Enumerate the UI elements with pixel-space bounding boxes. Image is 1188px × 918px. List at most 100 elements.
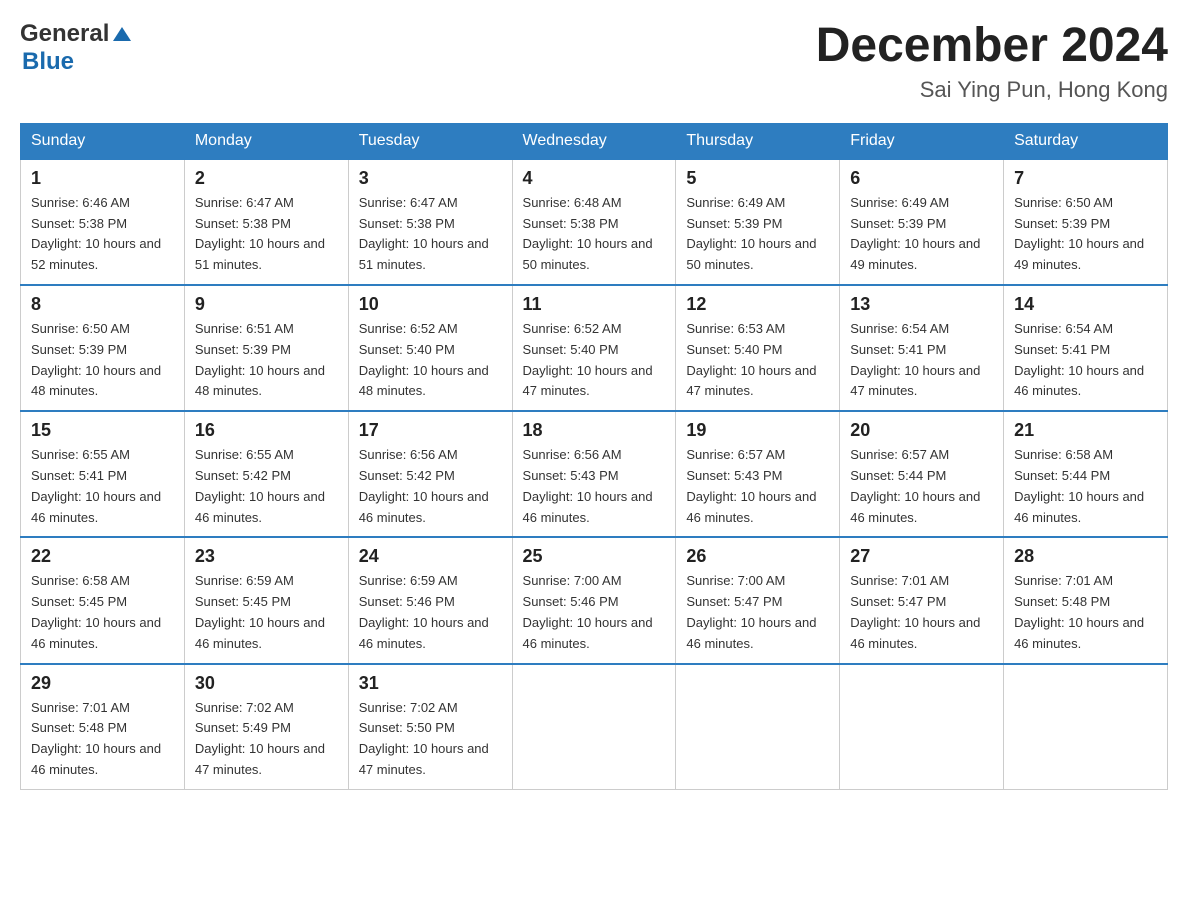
- day-number: 9: [195, 294, 338, 315]
- day-info: Sunrise: 6:59 AM Sunset: 5:46 PM Dayligh…: [359, 571, 502, 654]
- day-info: Sunrise: 7:01 AM Sunset: 5:48 PM Dayligh…: [1014, 571, 1157, 654]
- header-monday: Monday: [184, 123, 348, 159]
- day-number: 17: [359, 420, 502, 441]
- calendar-cell: 8 Sunrise: 6:50 AM Sunset: 5:39 PM Dayli…: [21, 285, 185, 411]
- calendar-table: SundayMondayTuesdayWednesdayThursdayFrid…: [20, 123, 1168, 790]
- day-number: 21: [1014, 420, 1157, 441]
- day-number: 11: [523, 294, 666, 315]
- day-number: 10: [359, 294, 502, 315]
- header-friday: Friday: [840, 123, 1004, 159]
- calendar-cell: 3 Sunrise: 6:47 AM Sunset: 5:38 PM Dayli…: [348, 159, 512, 285]
- month-title: December 2024: [816, 20, 1168, 73]
- calendar-cell: 24 Sunrise: 6:59 AM Sunset: 5:46 PM Dayl…: [348, 537, 512, 663]
- day-number: 25: [523, 546, 666, 567]
- day-number: 23: [195, 546, 338, 567]
- header-sunday: Sunday: [21, 123, 185, 159]
- calendar-cell: 31 Sunrise: 7:02 AM Sunset: 5:50 PM Dayl…: [348, 664, 512, 790]
- day-info: Sunrise: 7:00 AM Sunset: 5:47 PM Dayligh…: [686, 571, 829, 654]
- day-info: Sunrise: 6:55 AM Sunset: 5:41 PM Dayligh…: [31, 445, 174, 528]
- day-info: Sunrise: 6:52 AM Sunset: 5:40 PM Dayligh…: [359, 319, 502, 402]
- calendar-cell: 12 Sunrise: 6:53 AM Sunset: 5:40 PM Dayl…: [676, 285, 840, 411]
- day-number: 30: [195, 673, 338, 694]
- calendar-cell: 29 Sunrise: 7:01 AM Sunset: 5:48 PM Dayl…: [21, 664, 185, 790]
- calendar-cell: 2 Sunrise: 6:47 AM Sunset: 5:38 PM Dayli…: [184, 159, 348, 285]
- logo-general-text: General: [20, 20, 109, 48]
- calendar-cell: 21 Sunrise: 6:58 AM Sunset: 5:44 PM Dayl…: [1004, 411, 1168, 537]
- calendar-cell: 1 Sunrise: 6:46 AM Sunset: 5:38 PM Dayli…: [21, 159, 185, 285]
- day-info: Sunrise: 6:52 AM Sunset: 5:40 PM Dayligh…: [523, 319, 666, 402]
- calendar-cell: 19 Sunrise: 6:57 AM Sunset: 5:43 PM Dayl…: [676, 411, 840, 537]
- day-info: Sunrise: 6:48 AM Sunset: 5:38 PM Dayligh…: [523, 193, 666, 276]
- calendar-cell: 4 Sunrise: 6:48 AM Sunset: 5:38 PM Dayli…: [512, 159, 676, 285]
- day-number: 1: [31, 168, 174, 189]
- day-info: Sunrise: 6:57 AM Sunset: 5:44 PM Dayligh…: [850, 445, 993, 528]
- day-info: Sunrise: 6:55 AM Sunset: 5:42 PM Dayligh…: [195, 445, 338, 528]
- day-info: Sunrise: 6:51 AM Sunset: 5:39 PM Dayligh…: [195, 319, 338, 402]
- day-info: Sunrise: 6:49 AM Sunset: 5:39 PM Dayligh…: [686, 193, 829, 276]
- day-number: 14: [1014, 294, 1157, 315]
- day-info: Sunrise: 6:59 AM Sunset: 5:45 PM Dayligh…: [195, 571, 338, 654]
- calendar-cell: 16 Sunrise: 6:55 AM Sunset: 5:42 PM Dayl…: [184, 411, 348, 537]
- day-number: 5: [686, 168, 829, 189]
- calendar-cell: 22 Sunrise: 6:58 AM Sunset: 5:45 PM Dayl…: [21, 537, 185, 663]
- page-header: General Blue December 2024 Sai Ying Pun,…: [20, 20, 1168, 103]
- header-thursday: Thursday: [676, 123, 840, 159]
- calendar-cell: 7 Sunrise: 6:50 AM Sunset: 5:39 PM Dayli…: [1004, 159, 1168, 285]
- calendar-cell: 26 Sunrise: 7:00 AM Sunset: 5:47 PM Dayl…: [676, 537, 840, 663]
- day-number: 8: [31, 294, 174, 315]
- calendar-cell: 18 Sunrise: 6:56 AM Sunset: 5:43 PM Dayl…: [512, 411, 676, 537]
- calendar-header-row: SundayMondayTuesdayWednesdayThursdayFrid…: [21, 123, 1168, 159]
- day-number: 18: [523, 420, 666, 441]
- day-number: 3: [359, 168, 502, 189]
- calendar-cell: [1004, 664, 1168, 790]
- day-number: 22: [31, 546, 174, 567]
- calendar-cell: 9 Sunrise: 6:51 AM Sunset: 5:39 PM Dayli…: [184, 285, 348, 411]
- calendar-cell: 5 Sunrise: 6:49 AM Sunset: 5:39 PM Dayli…: [676, 159, 840, 285]
- day-info: Sunrise: 7:02 AM Sunset: 5:50 PM Dayligh…: [359, 698, 502, 781]
- calendar-cell: 25 Sunrise: 7:00 AM Sunset: 5:46 PM Dayl…: [512, 537, 676, 663]
- day-info: Sunrise: 7:00 AM Sunset: 5:46 PM Dayligh…: [523, 571, 666, 654]
- day-number: 15: [31, 420, 174, 441]
- calendar-week-5: 29 Sunrise: 7:01 AM Sunset: 5:48 PM Dayl…: [21, 664, 1168, 790]
- day-number: 2: [195, 168, 338, 189]
- calendar-cell: 11 Sunrise: 6:52 AM Sunset: 5:40 PM Dayl…: [512, 285, 676, 411]
- day-number: 16: [195, 420, 338, 441]
- day-number: 20: [850, 420, 993, 441]
- day-info: Sunrise: 6:47 AM Sunset: 5:38 PM Dayligh…: [359, 193, 502, 276]
- calendar-cell: 23 Sunrise: 6:59 AM Sunset: 5:45 PM Dayl…: [184, 537, 348, 663]
- calendar-cell: 15 Sunrise: 6:55 AM Sunset: 5:41 PM Dayl…: [21, 411, 185, 537]
- day-number: 7: [1014, 168, 1157, 189]
- day-number: 12: [686, 294, 829, 315]
- day-info: Sunrise: 6:47 AM Sunset: 5:38 PM Dayligh…: [195, 193, 338, 276]
- day-info: Sunrise: 6:49 AM Sunset: 5:39 PM Dayligh…: [850, 193, 993, 276]
- day-info: Sunrise: 6:58 AM Sunset: 5:45 PM Dayligh…: [31, 571, 174, 654]
- day-info: Sunrise: 6:56 AM Sunset: 5:43 PM Dayligh…: [523, 445, 666, 528]
- day-number: 24: [359, 546, 502, 567]
- calendar-cell: 30 Sunrise: 7:02 AM Sunset: 5:49 PM Dayl…: [184, 664, 348, 790]
- day-info: Sunrise: 7:01 AM Sunset: 5:47 PM Dayligh…: [850, 571, 993, 654]
- calendar-cell: 10 Sunrise: 6:52 AM Sunset: 5:40 PM Dayl…: [348, 285, 512, 411]
- day-info: Sunrise: 6:58 AM Sunset: 5:44 PM Dayligh…: [1014, 445, 1157, 528]
- location-text: Sai Ying Pun, Hong Kong: [816, 77, 1168, 103]
- day-info: Sunrise: 6:57 AM Sunset: 5:43 PM Dayligh…: [686, 445, 829, 528]
- calendar-week-4: 22 Sunrise: 6:58 AM Sunset: 5:45 PM Dayl…: [21, 537, 1168, 663]
- logo-blue-text: Blue: [22, 48, 74, 75]
- day-number: 6: [850, 168, 993, 189]
- day-number: 26: [686, 546, 829, 567]
- calendar-cell: 14 Sunrise: 6:54 AM Sunset: 5:41 PM Dayl…: [1004, 285, 1168, 411]
- header-saturday: Saturday: [1004, 123, 1168, 159]
- header-tuesday: Tuesday: [348, 123, 512, 159]
- day-number: 31: [359, 673, 502, 694]
- logo-triangle-icon: [111, 23, 133, 45]
- calendar-week-2: 8 Sunrise: 6:50 AM Sunset: 5:39 PM Dayli…: [21, 285, 1168, 411]
- day-number: 19: [686, 420, 829, 441]
- day-number: 28: [1014, 546, 1157, 567]
- calendar-cell: 28 Sunrise: 7:01 AM Sunset: 5:48 PM Dayl…: [1004, 537, 1168, 663]
- calendar-cell: [840, 664, 1004, 790]
- logo: General Blue: [20, 20, 133, 76]
- calendar-cell: 20 Sunrise: 6:57 AM Sunset: 5:44 PM Dayl…: [840, 411, 1004, 537]
- day-number: 13: [850, 294, 993, 315]
- calendar-week-1: 1 Sunrise: 6:46 AM Sunset: 5:38 PM Dayli…: [21, 159, 1168, 285]
- day-number: 29: [31, 673, 174, 694]
- day-info: Sunrise: 6:50 AM Sunset: 5:39 PM Dayligh…: [1014, 193, 1157, 276]
